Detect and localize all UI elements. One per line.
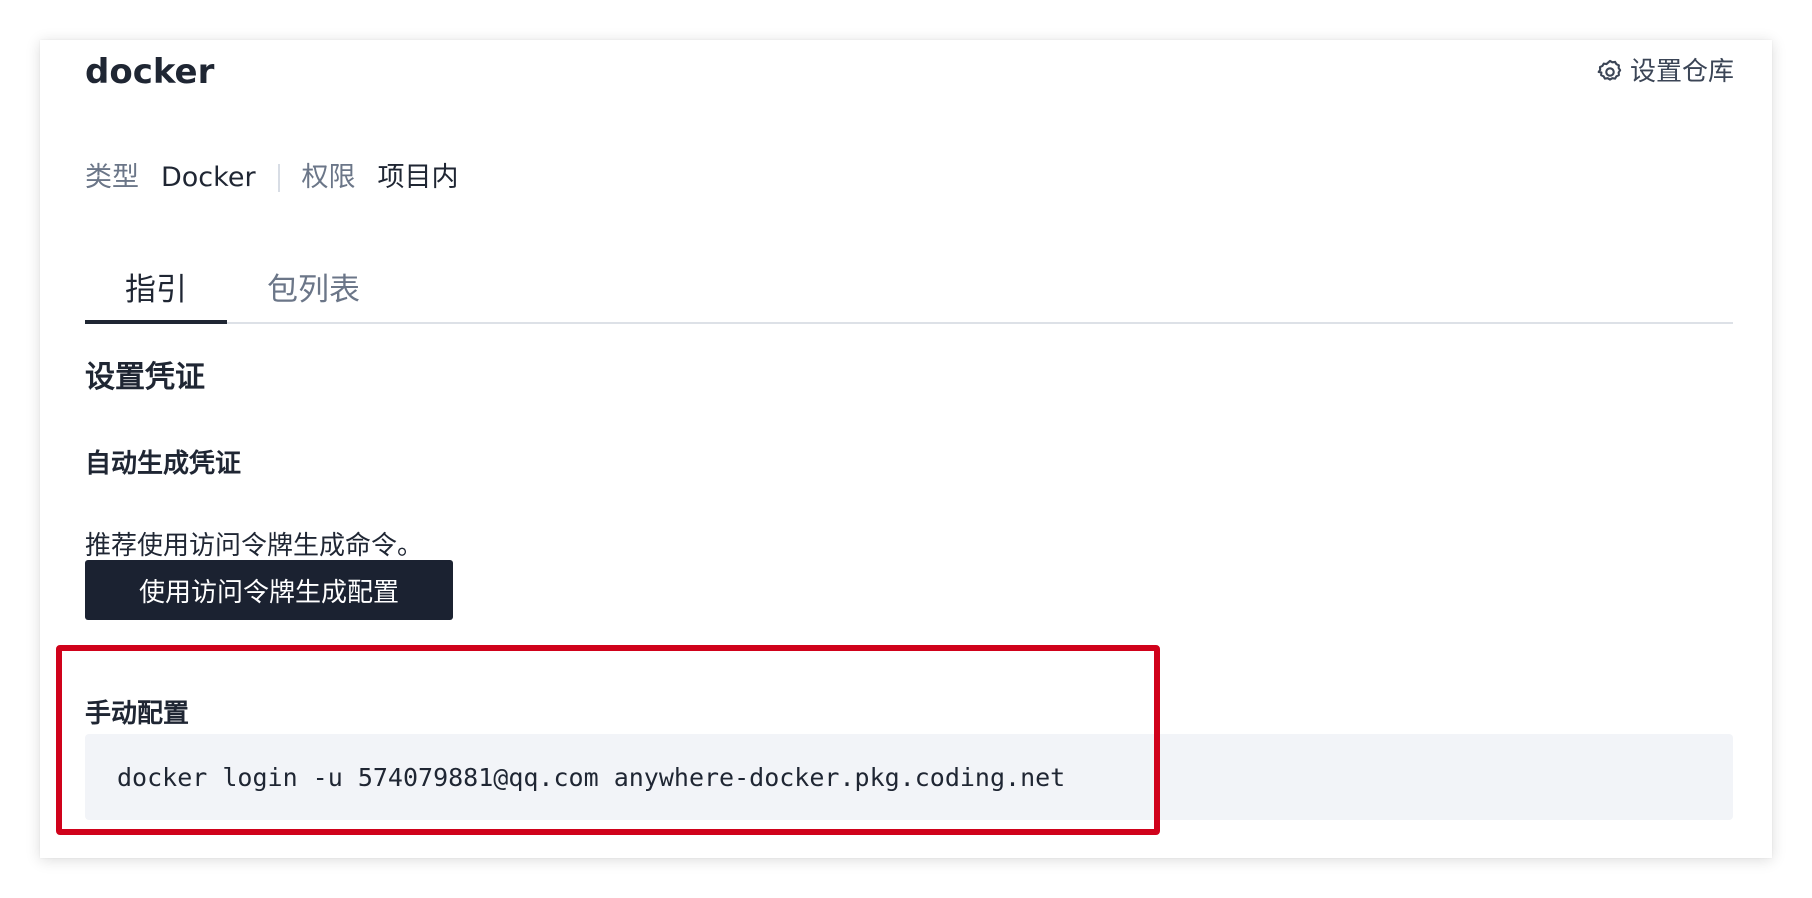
credentials-section-title: 设置凭证 — [85, 360, 205, 395]
gear-icon — [1596, 58, 1624, 86]
auto-credentials-title: 自动生成凭证 — [85, 449, 242, 479]
meta-divider — [277, 164, 280, 192]
repository-card: docker 设置仓库 类型 Docker 权限 项目内 指引 包列表 设置凭证… — [40, 40, 1772, 858]
tab-package-list[interactable]: 包列表 — [227, 260, 400, 322]
page: docker 设置仓库 类型 Docker 权限 项目内 指引 包列表 设置凭证… — [0, 0, 1812, 898]
repository-settings-label: 设置仓库 — [1629, 57, 1734, 87]
login-command-code[interactable]: docker login -u 574079881@qq.com anywher… — [85, 734, 1733, 820]
tab-bar: 指引 包列表 — [85, 260, 1733, 324]
permission-label: 权限 — [301, 162, 356, 193]
type-label: 类型 — [85, 162, 139, 193]
generate-config-button[interactable]: 使用访问令牌生成配置 — [85, 560, 453, 620]
type-value: Docker — [161, 162, 256, 193]
repository-settings-link[interactable]: 设置仓库 — [1596, 50, 1734, 94]
repository-title: docker — [85, 52, 215, 92]
manual-config-title: 手动配置 — [85, 699, 190, 729]
repository-meta: 类型 Docker 权限 项目内 — [85, 156, 459, 200]
tab-guide[interactable]: 指引 — [85, 260, 227, 324]
permission-value: 项目内 — [377, 162, 459, 193]
